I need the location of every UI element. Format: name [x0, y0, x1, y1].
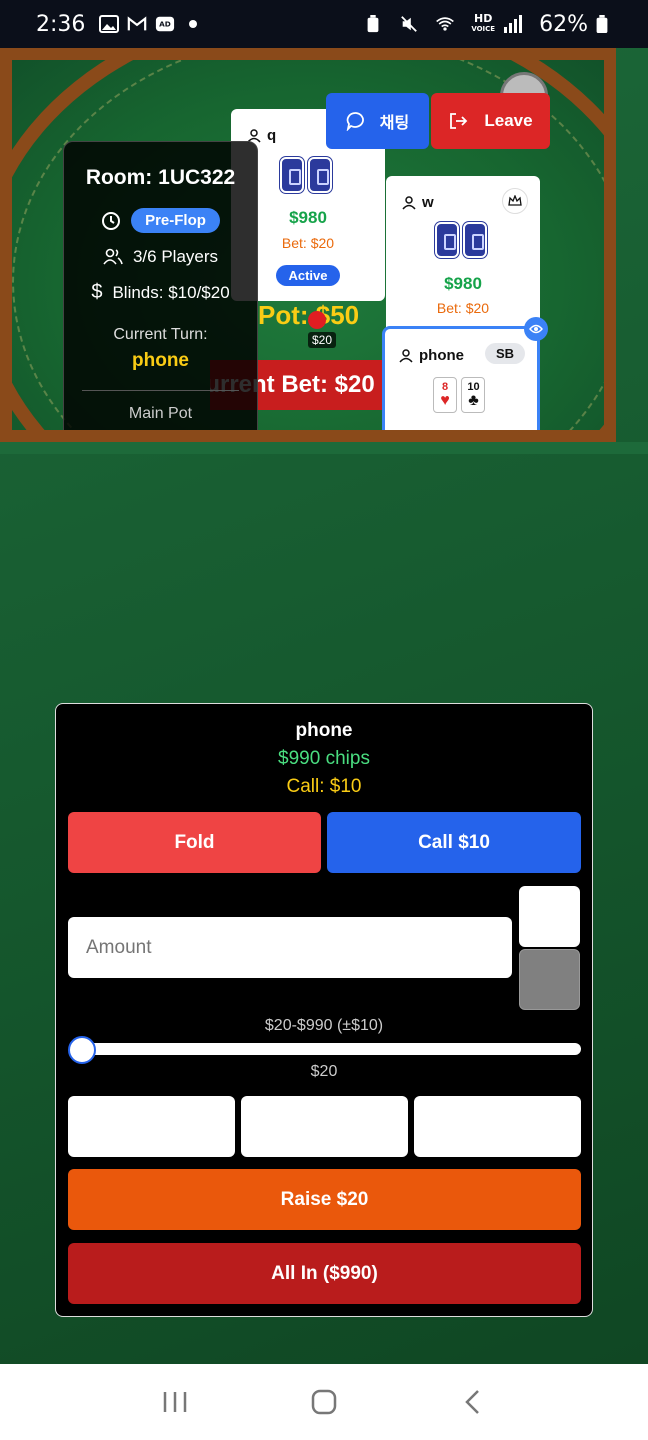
divider [82, 390, 239, 391]
room-title: Room: 1UC322 [85, 166, 236, 189]
bet-slider-track[interactable] [70, 1043, 581, 1055]
recent-apps-icon [163, 1392, 186, 1412]
player-name-row: phone [399, 347, 464, 364]
player-bet: Bet: $20 [436, 300, 490, 316]
status-bar: 2:36 AD HD VOICE 62% [0, 0, 648, 48]
player-name: w [422, 194, 434, 211]
home-icon [311, 1389, 337, 1415]
bet-slider-thumb[interactable] [68, 1036, 96, 1064]
system-nav-bar [0, 1364, 648, 1440]
status-time: 2:36 [36, 11, 86, 37]
bet-range-label: $20-$990 (±$10) [264, 1017, 384, 1034]
preset-button-1[interactable] [68, 1096, 235, 1157]
phase-badge: Pre-Flop [131, 208, 220, 233]
player-count: 3/6 Players [132, 247, 219, 266]
all-in-button[interactable]: All In ($990) [68, 1243, 581, 1304]
recent-apps-button[interactable] [155, 1382, 195, 1422]
battery-icon [596, 15, 608, 33]
back-icon [465, 1390, 480, 1414]
back-button[interactable] [453, 1382, 493, 1422]
dollar-icon: $ [91, 281, 103, 303]
wifi-icon [436, 17, 455, 31]
hole-cards: 8 ♥ 10 ♣ [433, 377, 486, 413]
battery-percent: 62% [539, 11, 588, 37]
home-button[interactable] [304, 1382, 344, 1422]
turn-label: Current Turn: [113, 326, 208, 343]
mute-icon [401, 16, 418, 32]
user-icon [402, 195, 416, 210]
users-icon [103, 248, 123, 265]
playing-card: 10 ♣ [461, 377, 486, 413]
player-name: q [267, 127, 277, 144]
preset-button-2[interactable] [241, 1096, 408, 1157]
hd-voice-indicator: HD VOICE [471, 12, 496, 33]
pot-chip-label: $20 [308, 332, 337, 348]
action-chips: $990 chips [278, 748, 370, 769]
raise-button[interactable]: Raise $20 [68, 1169, 581, 1230]
player-card-w[interactable]: w $980 Bet: $20 [386, 176, 540, 336]
logout-icon [450, 113, 468, 129]
blinds-row: $ Blinds: $10/$20 [64, 281, 257, 304]
card-back-icon [280, 157, 304, 193]
leave-button[interactable]: Leave [431, 93, 550, 149]
phase-row: Pre-Flop [64, 208, 257, 233]
notification-dot-icon [189, 20, 198, 28]
action-panel: phone $990 chips Call: $10 Fold Call $10… [55, 703, 593, 1317]
player-name: phone [419, 347, 464, 364]
eye-icon[interactable] [524, 317, 548, 341]
status-badge: Active [276, 265, 340, 286]
card-back-icon [463, 222, 487, 258]
players-row: 3/6 Players [64, 247, 257, 267]
gallery-icon [99, 15, 120, 33]
felt-below [0, 442, 648, 454]
ad-blocker-icon: AD [156, 16, 175, 32]
preset-button-3[interactable] [414, 1096, 581, 1157]
signal-icon [504, 15, 523, 33]
crown-icon [502, 188, 528, 214]
position-badge: SB [485, 343, 526, 364]
hole-cards [433, 222, 489, 263]
chat-bubble-icon [346, 112, 364, 131]
leave-label: Leave [484, 111, 533, 130]
room-info-panel: Room: 1UC322 Pre-Flop 3/6 Players $ Blin… [63, 141, 258, 441]
player-chips: $980 [444, 274, 482, 293]
chat-button[interactable]: 채팅 [326, 93, 429, 149]
pot-chip-icon [308, 311, 326, 329]
action-player-name: phone [295, 720, 353, 741]
increment-button[interactable] [519, 886, 580, 947]
chat-label: 채팅 [379, 115, 410, 132]
amount-input[interactable] [68, 917, 512, 978]
call-button[interactable]: Call $10 [327, 812, 581, 873]
player-name-row: w [402, 194, 434, 211]
hole-cards [278, 157, 334, 198]
action-call-info: Call: $10 [286, 776, 362, 797]
bet-slider-value: $20 [310, 1063, 338, 1080]
decrement-button[interactable] [519, 949, 580, 1010]
main-pot-label: Main Pot [128, 405, 193, 422]
clock-icon [102, 211, 121, 230]
turn-player-name: phone [132, 350, 189, 371]
card-back-icon [435, 222, 459, 258]
user-icon [399, 348, 413, 363]
svg-text:AD: AD [160, 20, 172, 29]
player-card-phone[interactable]: phone SB 8 ♥ 10 ♣ [382, 326, 540, 430]
table-bottom-edge [0, 430, 616, 442]
playing-card: 8 ♥ [433, 377, 457, 413]
fold-button[interactable]: Fold [68, 812, 321, 873]
recycle-battery-icon [367, 15, 379, 33]
gmail-icon [128, 16, 147, 31]
card-back-icon [308, 157, 332, 193]
blinds-text: Blinds: $10/$20 [112, 282, 230, 302]
